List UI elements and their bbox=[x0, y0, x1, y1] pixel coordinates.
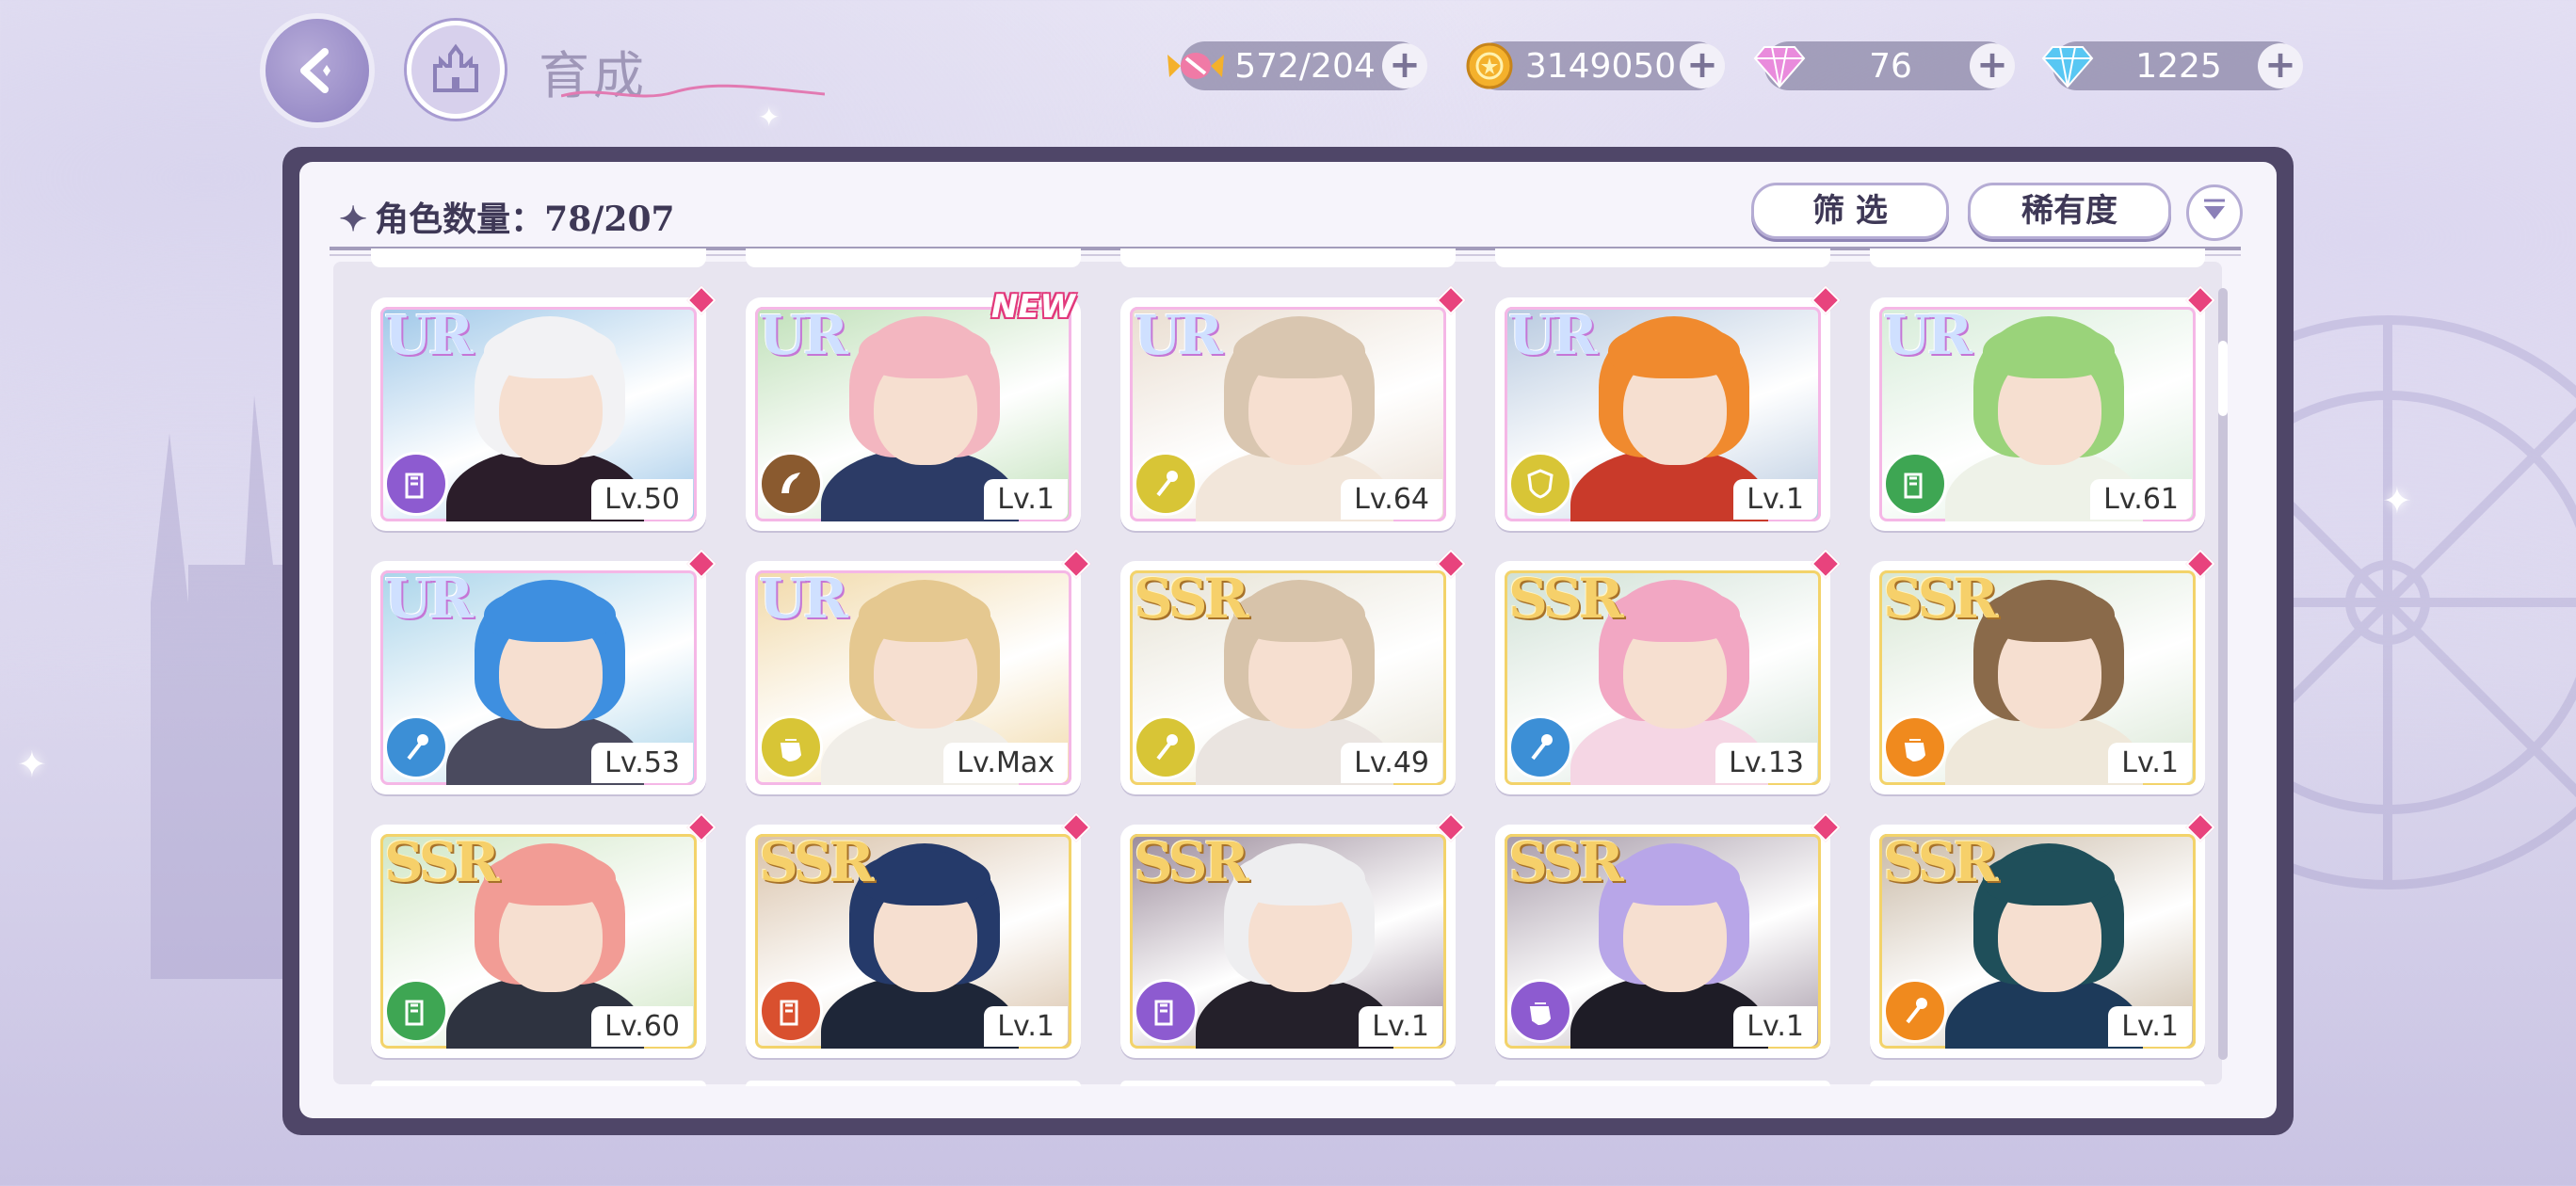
add-pink-gem-button[interactable]: + bbox=[1970, 43, 2015, 88]
book-class-icon bbox=[384, 979, 448, 1043]
fist-class-icon bbox=[1508, 979, 1572, 1043]
rarity-badge: SSR bbox=[759, 830, 875, 894]
character-card[interactable]: SSR Lv.49 bbox=[1120, 549, 1466, 794]
wand-class-icon bbox=[1134, 452, 1198, 516]
character-card[interactable]: SSR Lv.13 bbox=[1495, 549, 1841, 794]
rarity-badge: SSR bbox=[1508, 567, 1624, 631]
character-card[interactable]: UR Lv.64 bbox=[1120, 285, 1466, 531]
candy-icon bbox=[1166, 36, 1226, 96]
blue-diamond-icon bbox=[2037, 36, 2098, 96]
level-label: Lv.60 bbox=[591, 1006, 693, 1047]
book-class-icon bbox=[759, 979, 823, 1043]
character-count: ✦ 角色数量：78/207 bbox=[339, 200, 675, 239]
rarity-badge: SSR bbox=[1508, 830, 1624, 894]
sparkle-icon: ✦ bbox=[758, 102, 781, 133]
level-label: Lv.1 bbox=[984, 479, 1068, 520]
book-class-icon bbox=[384, 452, 448, 516]
partial-card-bottom bbox=[1120, 1081, 1456, 1086]
level-label: Lv.1 bbox=[2108, 743, 2192, 783]
character-card[interactable]: SSR Lv.1 bbox=[746, 812, 1091, 1058]
rarity-sort-button[interactable]: 稀有度 bbox=[1968, 183, 2171, 239]
filter-button[interactable]: 筛 选 bbox=[1751, 183, 1949, 239]
level-label: Lv.1 bbox=[2108, 1006, 2192, 1047]
partial-card-top bbox=[371, 248, 706, 267]
level-label: Lv.1 bbox=[1733, 1006, 1817, 1047]
pink-diamond-icon bbox=[1749, 36, 1810, 96]
chevron-down-icon bbox=[2204, 199, 2225, 219]
back-button[interactable] bbox=[266, 19, 369, 122]
rarity-badge: UR bbox=[384, 567, 474, 631]
partial-card-bottom bbox=[1495, 1081, 1830, 1086]
scrollbar-thumb[interactable] bbox=[2218, 341, 2228, 416]
character-card[interactable]: SSR Lv.1 bbox=[1870, 812, 2215, 1058]
rarity-badge: UR bbox=[759, 567, 848, 631]
partial-card-bottom bbox=[1870, 1081, 2205, 1086]
sparkle-icon: ✦ bbox=[17, 744, 47, 785]
pink-gem-counter: 76 + bbox=[1753, 41, 2015, 90]
new-badge: NEW bbox=[990, 288, 1075, 326]
rarity-badge: SSR bbox=[1883, 830, 1999, 894]
wand-class-icon bbox=[1134, 715, 1198, 779]
rarity-badge: UR bbox=[1883, 303, 1972, 367]
partial-card-bottom bbox=[371, 1081, 706, 1086]
character-card[interactable]: SSR Lv.60 bbox=[371, 812, 716, 1058]
character-card[interactable]: UR Lv.1 bbox=[1495, 285, 1841, 531]
add-candy-button[interactable]: + bbox=[1382, 43, 1427, 88]
sort-order-button[interactable] bbox=[2186, 184, 2243, 241]
candy-counter: 572/204 + bbox=[1167, 41, 1427, 90]
partial-card-top bbox=[1870, 248, 2205, 267]
character-card[interactable]: UR Lv.53 bbox=[371, 549, 716, 794]
character-card[interactable]: SSR Lv.1 bbox=[1495, 812, 1841, 1058]
horn-class-icon bbox=[759, 452, 823, 516]
home-button[interactable] bbox=[407, 21, 505, 119]
shield-class-icon bbox=[1508, 452, 1572, 516]
character-card[interactable]: UR Lv.50 bbox=[371, 285, 716, 531]
level-label: Lv.1 bbox=[1359, 1006, 1442, 1047]
book-class-icon bbox=[1134, 979, 1198, 1043]
rarity-badge: SSR bbox=[1883, 567, 1999, 631]
level-label: Lv.1 bbox=[1733, 479, 1817, 520]
add-coin-button[interactable]: + bbox=[1680, 43, 1725, 88]
rarity-badge: SSR bbox=[1134, 567, 1249, 631]
partial-card-bottom bbox=[746, 1081, 1081, 1086]
rarity-badge: UR bbox=[759, 303, 848, 367]
fist-class-icon bbox=[1883, 715, 1947, 779]
wand-class-icon bbox=[1508, 715, 1572, 779]
character-card[interactable]: UR Lv.Max bbox=[746, 549, 1091, 794]
level-label: Lv.Max bbox=[943, 743, 1068, 783]
castle-icon bbox=[433, 43, 478, 92]
coin-counter: 3149050 + bbox=[1466, 41, 1725, 90]
character-card[interactable]: UR Lv.1 NEW bbox=[746, 288, 1081, 531]
rarity-badge: SSR bbox=[1134, 830, 1249, 894]
level-label: Lv.49 bbox=[1341, 743, 1442, 783]
character-card[interactable]: UR Lv.61 bbox=[1870, 285, 2215, 531]
book-class-icon bbox=[1883, 452, 1947, 516]
level-label: Lv.53 bbox=[591, 743, 693, 783]
character-card[interactable]: SSR Lv.1 bbox=[1870, 549, 2215, 794]
rarity-badge: SSR bbox=[384, 830, 500, 894]
sparkle-icon: ✦ bbox=[2382, 480, 2412, 521]
partial-card-top bbox=[746, 248, 1081, 267]
sparkle-icon: ✦ bbox=[339, 200, 368, 239]
level-label: Lv.64 bbox=[1341, 479, 1442, 520]
partial-card-top bbox=[1120, 248, 1456, 267]
back-arrow-icon bbox=[300, 48, 330, 93]
rarity-badge: UR bbox=[1134, 303, 1223, 367]
coin-icon bbox=[1459, 36, 1520, 96]
wand-class-icon bbox=[384, 715, 448, 779]
rarity-badge: UR bbox=[1508, 303, 1598, 367]
character-card[interactable]: SSR Lv.1 bbox=[1120, 812, 1466, 1058]
level-label: Lv.50 bbox=[591, 479, 693, 520]
blue-gem-counter: 1225 + bbox=[2041, 41, 2303, 90]
level-label: Lv.1 bbox=[984, 1006, 1068, 1047]
fist-class-icon bbox=[759, 715, 823, 779]
level-label: Lv.13 bbox=[1715, 743, 1817, 783]
add-blue-gem-button[interactable]: + bbox=[2258, 43, 2303, 88]
partial-card-top bbox=[1495, 248, 1830, 267]
title-decoration bbox=[561, 84, 825, 98]
level-label: Lv.61 bbox=[2090, 479, 2192, 520]
wand-class-icon bbox=[1883, 979, 1947, 1043]
rarity-badge: UR bbox=[384, 303, 474, 367]
